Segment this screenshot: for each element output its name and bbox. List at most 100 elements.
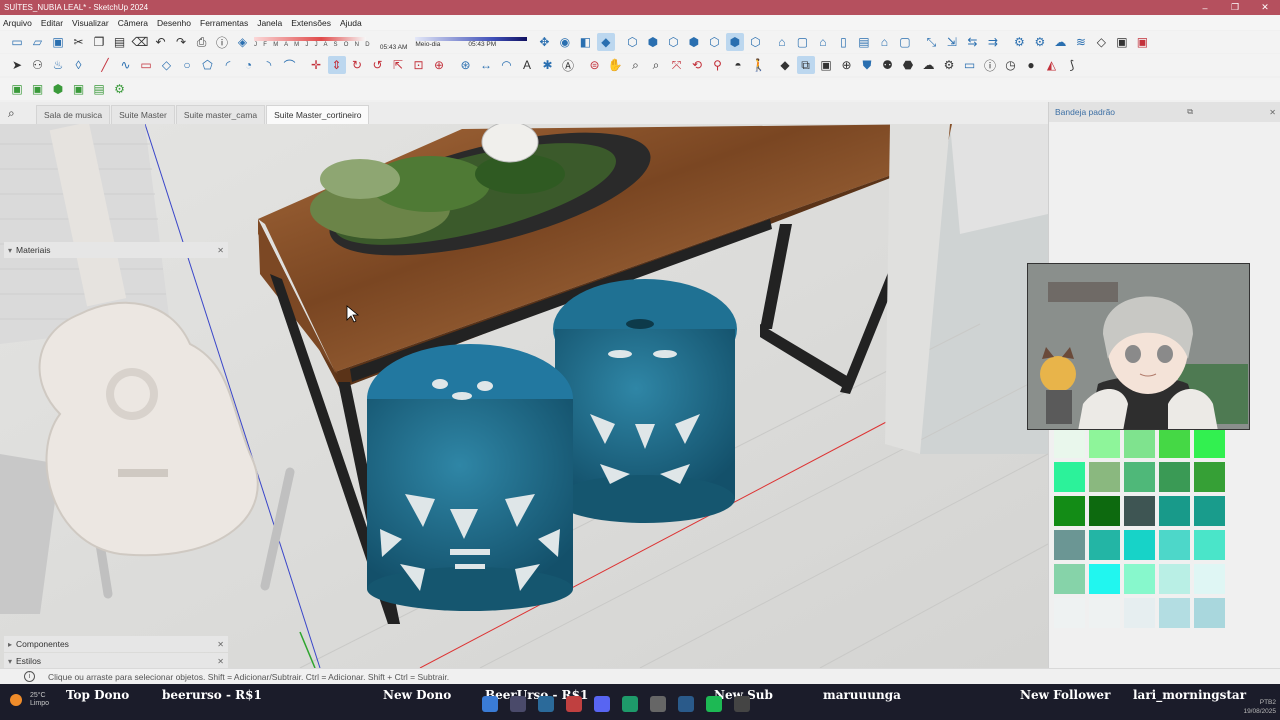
copy-icon[interactable]: ❐ (90, 33, 108, 51)
paste-icon[interactable]: ▤ (111, 33, 129, 51)
material-swatch[interactable] (1089, 598, 1120, 628)
paint-bucket-icon[interactable]: ♨ (49, 56, 67, 74)
menu-camera[interactable]: Câmera (118, 18, 148, 28)
material-swatch[interactable] (1159, 496, 1190, 526)
component-box-icon[interactable]: ▣ (1113, 33, 1131, 51)
follow-me-icon[interactable]: ↺ (369, 56, 387, 74)
monochrome-icon[interactable]: ⬡ (705, 33, 723, 51)
new-file-icon[interactable]: ▭ (8, 33, 26, 51)
backedges-icon[interactable]: ⬡ (746, 33, 764, 51)
material-swatch[interactable] (1089, 530, 1120, 560)
terminal-icon[interactable] (650, 696, 666, 712)
material-swatch[interactable] (1089, 428, 1120, 458)
material-swatch[interactable] (1124, 462, 1155, 492)
add-location-icon[interactable]: ⊕ (838, 56, 856, 74)
pie-icon[interactable]: ◔ (240, 56, 258, 74)
move-icon[interactable]: ✛ (307, 56, 325, 74)
iso-view-icon[interactable]: ⌂ (773, 33, 791, 51)
model-viewport[interactable] (0, 124, 1048, 668)
edge-icon[interactable] (622, 696, 638, 712)
clock-date[interactable]: 19/08/2025 (1243, 708, 1276, 715)
material-swatch[interactable] (1194, 462, 1225, 492)
components-section-header[interactable]: ▸ Componentes ✕ (4, 636, 228, 652)
material-swatch[interactable] (1159, 530, 1190, 560)
cloud-icon[interactable]: ☁ (920, 56, 938, 74)
model-info-icon[interactable]: ⓘ (213, 33, 231, 51)
lasso-icon[interactable]: ⚇ (29, 56, 47, 74)
layer-icon[interactable]: ≋ (1072, 33, 1090, 51)
orbit-tool-icon[interactable]: ⊜ (586, 56, 604, 74)
rectangle-icon[interactable]: ▭ (137, 56, 155, 74)
section-tool-icon[interactable]: ⧉ (796, 56, 815, 74)
material-swatch[interactable] (1194, 564, 1225, 594)
section-plane-icon[interactable]: ◧ (576, 33, 594, 51)
intersect-solid-icon[interactable]: ▣ (29, 80, 47, 98)
outliner-icon[interactable]: ⚉ (879, 56, 897, 74)
clock-icon[interactable]: ◷ (1002, 56, 1020, 74)
left-view-icon[interactable]: ⌂ (875, 33, 893, 51)
settings-gear-icon[interactable]: ⚙ (940, 56, 958, 74)
outer-shell-icon[interactable]: ▣ (8, 80, 26, 98)
print-icon[interactable]: ⎙ (193, 33, 211, 51)
warehouse-icon[interactable]: ⚙ (1010, 33, 1028, 51)
bottom-view-icon[interactable]: ▢ (896, 33, 914, 51)
material-swatch[interactable] (1124, 496, 1155, 526)
components-close-icon[interactable]: ✕ (217, 640, 224, 649)
tape-measure-icon[interactable]: ⊛ (457, 56, 475, 74)
shaded-textures-icon[interactable]: ⬢ (685, 33, 703, 51)
textured-view-icon[interactable]: ⬢ (725, 33, 744, 51)
circle-icon[interactable]: ○ (178, 56, 196, 74)
material-swatch[interactable] (1194, 530, 1225, 560)
material-swatch[interactable] (1054, 462, 1085, 492)
subtract-icon[interactable]: ▣ (70, 80, 88, 98)
trim-icon[interactable]: ▤ (90, 80, 108, 98)
back-view-icon[interactable]: ▤ (855, 33, 873, 51)
materials-section-header[interactable]: ▾ Materiais ✕ (4, 242, 228, 258)
close-button[interactable]: ✕ (1250, 2, 1280, 13)
rotated-rect-icon[interactable]: ◇ (158, 56, 176, 74)
material-swatch[interactable] (1194, 598, 1225, 628)
select-icon[interactable]: ➤ (8, 56, 26, 74)
menu-janela[interactable]: Janela (257, 18, 282, 28)
save-icon[interactable]: ▣ (49, 33, 67, 51)
search-icon[interactable]: ⌕ (8, 106, 36, 121)
maximize-button[interactable]: ❐ (1220, 2, 1250, 13)
rotate-icon[interactable]: ↻ (348, 56, 366, 74)
folder-icon[interactable]: ▭ (961, 56, 979, 74)
section-display-icon[interactable]: ▣ (817, 56, 835, 74)
browser-icon[interactable] (538, 696, 554, 712)
line-icon[interactable]: ╱ (96, 56, 114, 74)
material-swatch[interactable] (1054, 598, 1085, 628)
shadows-toggle-icon[interactable]: ◈ (234, 33, 252, 51)
pan-icon[interactable]: ✋ (606, 56, 624, 74)
geo-icon[interactable]: ⛊ (858, 56, 876, 74)
hidden-line-icon[interactable]: ⬢ (644, 33, 662, 51)
xray-icon[interactable]: ◆ (596, 33, 615, 51)
tab-suite-master-cama[interactable]: Suite master_cama (175, 105, 266, 124)
cut-icon[interactable]: ✂ (70, 33, 88, 51)
materials-icon[interactable]: ⬣ (899, 56, 917, 74)
shadow-time-slider[interactable]: Meio-dia 05:43 PM (415, 36, 528, 48)
tab-sala-de-musica[interactable]: Sala de musica (36, 105, 111, 124)
prev-view-icon[interactable]: ⇆ (963, 33, 981, 51)
material-swatch[interactable] (1089, 496, 1120, 526)
next-view-icon[interactable]: ⇉ (984, 33, 1002, 51)
menu-extensoes[interactable]: Extensões (291, 18, 331, 28)
zoom-icon[interactable]: ⌕ (627, 56, 645, 74)
material-swatch[interactable] (1124, 428, 1155, 458)
menu-arquivo[interactable]: Arquivo (3, 18, 32, 28)
user-avatar-icon[interactable]: ● (1022, 56, 1040, 74)
sketchup-app-icon[interactable] (566, 696, 582, 712)
menu-ferramentas[interactable]: Ferramentas (200, 18, 248, 28)
info-icon[interactable]: ⓘ (981, 56, 999, 74)
material-swatch[interactable] (1089, 564, 1120, 594)
front-view-icon[interactable]: ⌂ (814, 33, 832, 51)
mirror-icon[interactable]: ◭ (1043, 56, 1061, 74)
start-icon[interactable] (482, 696, 498, 712)
material-swatch[interactable] (1159, 428, 1190, 458)
language-indicator[interactable]: PTB2 (1260, 699, 1276, 706)
material-swatch[interactable] (1159, 564, 1190, 594)
material-swatch[interactable] (1054, 530, 1085, 560)
3d-text-icon[interactable]: Ⓐ (559, 56, 577, 74)
menu-editar[interactable]: Editar (41, 18, 63, 28)
